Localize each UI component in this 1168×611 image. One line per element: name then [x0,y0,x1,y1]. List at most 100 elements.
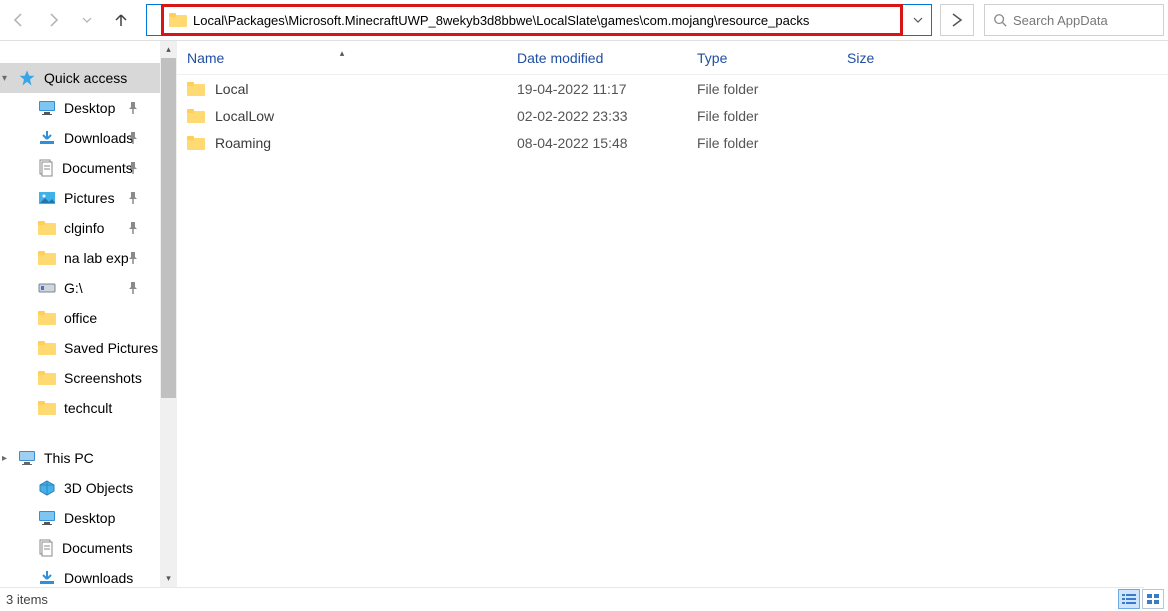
forward-button[interactable] [38,6,68,34]
pictures-icon [38,190,56,206]
pin-icon [128,222,138,234]
documents-icon [38,159,54,177]
folder-icon [38,340,56,356]
sidebar-item[interactable]: na lab exp [0,243,160,273]
folder-icon [38,370,56,386]
sidebar-item-label: Saved Pictures [64,340,158,356]
status-bar: 3 items [0,587,1144,611]
address-dropdown[interactable] [905,5,931,35]
file-date: 19-04-2022 11:17 [507,81,687,97]
pin-icon [128,192,138,204]
3d-icon [38,480,56,496]
sidebar-item-label: techcult [64,400,112,416]
file-row[interactable]: LocalLow02-02-2022 23:33File folder [177,102,1168,129]
sidebar-item[interactable]: 3D Objects [0,473,160,503]
search-input[interactable]: Search AppData [984,4,1164,36]
details-view-button[interactable] [1118,589,1140,609]
file-type: File folder [687,81,837,97]
downloads-icon [38,130,56,146]
sidebar-item-label: This PC [44,450,94,466]
sidebar-item[interactable]: G:\ [0,273,160,303]
sidebar-item[interactable]: office [0,303,160,333]
folder-icon [38,250,56,266]
column-headers: ▴ Name Date modified Type Size [177,41,1168,75]
sidebar-item-label: Quick access [44,70,127,86]
column-header-size[interactable]: Size [837,50,917,66]
view-mode-buttons [1118,589,1164,609]
chevron-right-icon: ▸ [2,453,7,464]
sidebar-item[interactable]: Saved Pictures [0,333,160,363]
file-name: Roaming [215,135,271,151]
navigation-pane: ▾ Quick access Desktop Downloads Documents… [0,41,177,587]
folder-icon [38,400,56,416]
sidebar-item-label: office [64,310,97,326]
sidebar-item[interactable]: Documents [0,153,160,183]
column-header-type[interactable]: Type [687,50,837,66]
sidebar-item[interactable]: Documents [0,533,160,563]
file-name: Local [215,81,248,97]
sidebar-item[interactable]: Desktop [0,93,160,123]
scroll-up-icon[interactable]: ▴ [160,41,177,58]
file-list[interactable]: Local19-04-2022 11:17File folderLocalLow… [177,75,1168,587]
recent-locations-dropdown[interactable] [72,6,102,34]
file-type: File folder [687,135,837,151]
column-label: Type [697,50,727,66]
sidebar-item-label: G:\ [64,280,83,296]
go-refresh-button[interactable] [940,4,974,36]
sidebar-item-this-pc[interactable]: ▸ This PC [0,443,160,473]
sidebar-item[interactable]: Screenshots [0,363,160,393]
pin-icon [128,282,138,294]
sidebar-item[interactable]: Downloads [0,123,160,153]
nav-scrollbar[interactable]: ▴ ▾ [160,41,177,587]
sidebar-item[interactable]: Desktop [0,503,160,533]
sidebar-item[interactable]: techcult [0,393,160,423]
main-area: ▾ Quick access Desktop Downloads Documents… [0,40,1168,587]
sidebar-item[interactable]: clginfo [0,213,160,243]
file-date: 02-02-2022 23:33 [507,108,687,124]
search-icon [993,13,1007,27]
toolbar: Local\Packages\Microsoft.MinecraftUWP_8w… [0,0,1168,40]
file-row[interactable]: Local 19-04-2022 11:17File folder [177,75,1168,102]
up-button[interactable] [106,6,136,34]
sidebar-item-label: Desktop [64,510,115,526]
address-bar[interactable]: Local\Packages\Microsoft.MinecraftUWP_8w… [146,4,932,36]
sidebar-item-label: clginfo [64,220,104,236]
column-label: Name [187,50,224,66]
sort-ascending-icon: ▴ [340,48,345,59]
folder-icon [187,108,205,124]
sidebar-item-label: na lab exp [64,250,129,266]
content-pane: ▴ Name Date modified Type Size Local 19-0… [177,41,1168,587]
folder-icon [147,12,193,28]
sidebar-item-label: Documents [62,540,133,556]
folder-icon [187,81,205,97]
large-icons-view-button[interactable] [1142,589,1164,609]
file-date: 08-04-2022 15:48 [507,135,687,151]
sidebar-item-label: Desktop [64,100,115,116]
file-type: File folder [687,108,837,124]
pin-icon [128,162,138,174]
scroll-thumb[interactable] [161,58,176,398]
file-row[interactable]: Roaming 08-04-2022 15:48File folder [177,129,1168,156]
this-pc-icon [18,450,36,466]
pin-icon [128,252,138,264]
column-label: Date modified [517,50,603,66]
column-header-name[interactable]: ▴ Name [177,50,507,66]
scroll-down-icon[interactable]: ▾ [160,570,177,587]
chevron-down-icon: ▾ [2,73,7,84]
sidebar-item-quick-access[interactable]: ▾ Quick access [0,63,160,93]
sidebar-item-label: Pictures [64,190,115,206]
column-header-date[interactable]: Date modified [507,50,687,66]
sidebar-item[interactable]: Pictures [0,183,160,213]
pin-icon [128,102,138,114]
status-item-count: 3 items [6,592,48,607]
sidebar-item-label: Downloads [64,130,133,146]
search-placeholder: Search AppData [1013,13,1108,28]
drive-usb-icon [38,281,56,295]
star-icon [18,69,36,87]
address-path: Local\Packages\Microsoft.MinecraftUWP_8w… [193,13,905,28]
folder-icon [38,220,56,236]
sidebar-item[interactable]: Downloads [0,563,160,587]
back-button[interactable] [4,6,34,34]
nav-tree: ▾ Quick access Desktop Downloads Documents… [0,41,160,587]
sidebar-item-label: Downloads [64,570,133,586]
